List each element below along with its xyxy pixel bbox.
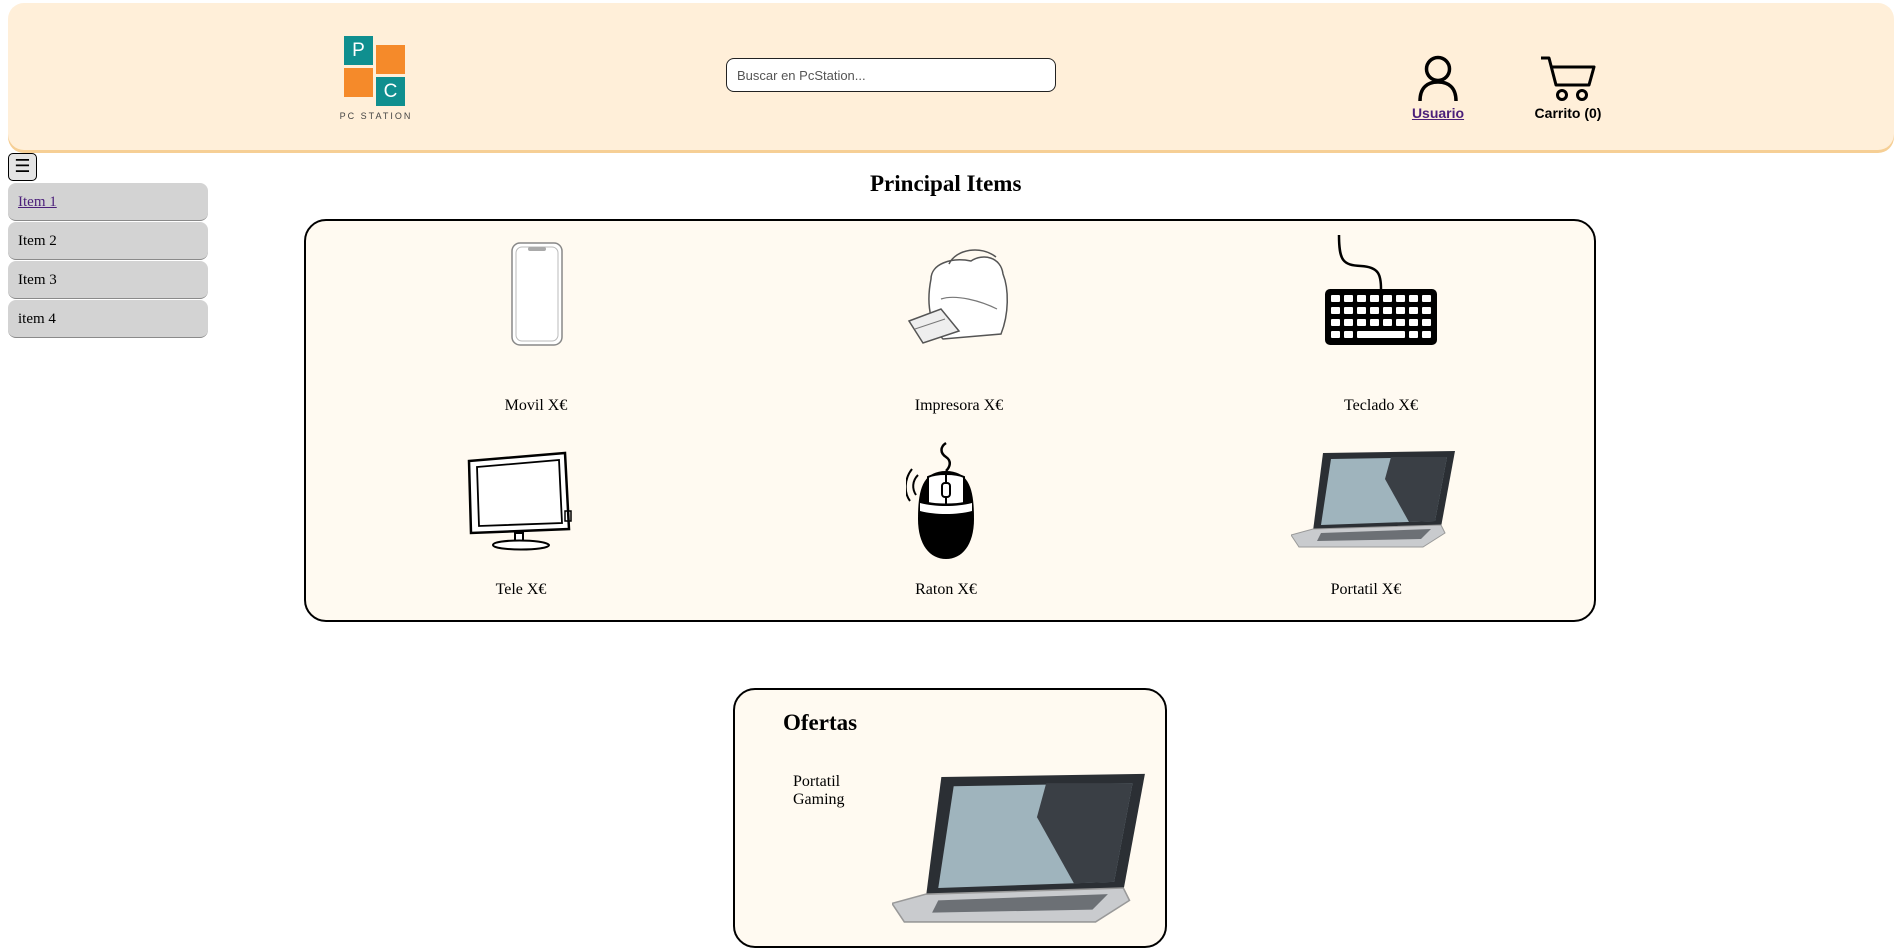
hamburger-menu-button[interactable]: ☰ bbox=[8, 153, 37, 181]
keyboard-icon bbox=[1325, 234, 1437, 345]
principal-title: Principal Items bbox=[870, 171, 1022, 196]
laptop-icon bbox=[1291, 451, 1455, 548]
user-account[interactable]: Usuario bbox=[1403, 55, 1473, 127]
offer-item-name[interactable]: Portatil Gaming bbox=[793, 773, 873, 809]
sidebar-item-2[interactable]: Item 2 bbox=[8, 222, 208, 260]
product-card-raton[interactable]: Raton X€ bbox=[846, 441, 1046, 598]
product-label: Teclado X€ bbox=[1344, 397, 1418, 414]
principal-items-panel: Movil X€ Impresora X€ Teclado X€ Tele X€… bbox=[304, 219, 1596, 622]
user-icon bbox=[1418, 55, 1458, 101]
logo-tile-orange bbox=[344, 68, 373, 97]
ofertas-panel: Ofertas Portatil Gaming bbox=[733, 688, 1167, 948]
logo-tile-orange bbox=[376, 45, 405, 74]
sidebar-item-label: item 4 bbox=[18, 311, 56, 327]
ofertas-title: Ofertas bbox=[783, 710, 858, 735]
sidebar-item-label: Item 3 bbox=[18, 272, 57, 288]
product-label: Tele X€ bbox=[495, 581, 547, 598]
site-header: P C PC STATION Usuario Carrito (0) bbox=[8, 3, 1894, 150]
product-card-portatil[interactable]: Portatil X€ bbox=[1266, 451, 1466, 598]
laptop-icon[interactable] bbox=[892, 770, 1148, 932]
logo-tile-p: P bbox=[344, 36, 373, 65]
sidebar-item-label[interactable]: Item 1 bbox=[18, 194, 57, 210]
sidebar-item-label: Item 2 bbox=[18, 233, 57, 249]
cart[interactable]: Carrito (0) bbox=[1523, 55, 1613, 127]
logo-tile-c: C bbox=[376, 77, 405, 106]
product-label: Movil X€ bbox=[504, 397, 568, 414]
user-link[interactable]: Usuario bbox=[1403, 105, 1473, 121]
sidebar-item-3[interactable]: Item 3 bbox=[8, 261, 208, 299]
cart-icon bbox=[1541, 56, 1596, 101]
product-label: Impresora X€ bbox=[914, 397, 1004, 414]
phone-icon bbox=[511, 242, 563, 346]
product-card-tele[interactable]: Tele X€ bbox=[421, 451, 621, 598]
product-label: Raton X€ bbox=[915, 581, 977, 598]
product-card-movil[interactable]: Movil X€ bbox=[436, 239, 636, 414]
monitor-icon bbox=[467, 451, 572, 551]
product-card-impresora[interactable]: Impresora X€ bbox=[859, 239, 1059, 414]
mouse-icon bbox=[906, 441, 974, 559]
sidebar-item-1[interactable]: Item 1 bbox=[8, 183, 208, 221]
product-label: Portatil X€ bbox=[1330, 581, 1402, 598]
sidebar-item-4[interactable]: item 4 bbox=[8, 300, 208, 338]
printer-icon bbox=[907, 249, 1008, 344]
product-card-teclado[interactable]: Teclado X€ bbox=[1281, 231, 1481, 414]
logo-caption: PC STATION bbox=[339, 111, 413, 121]
cart-label: Carrito (0) bbox=[1534, 105, 1602, 121]
search-input[interactable] bbox=[726, 58, 1056, 92]
pc-station-logo[interactable]: P C PC STATION bbox=[336, 33, 416, 129]
